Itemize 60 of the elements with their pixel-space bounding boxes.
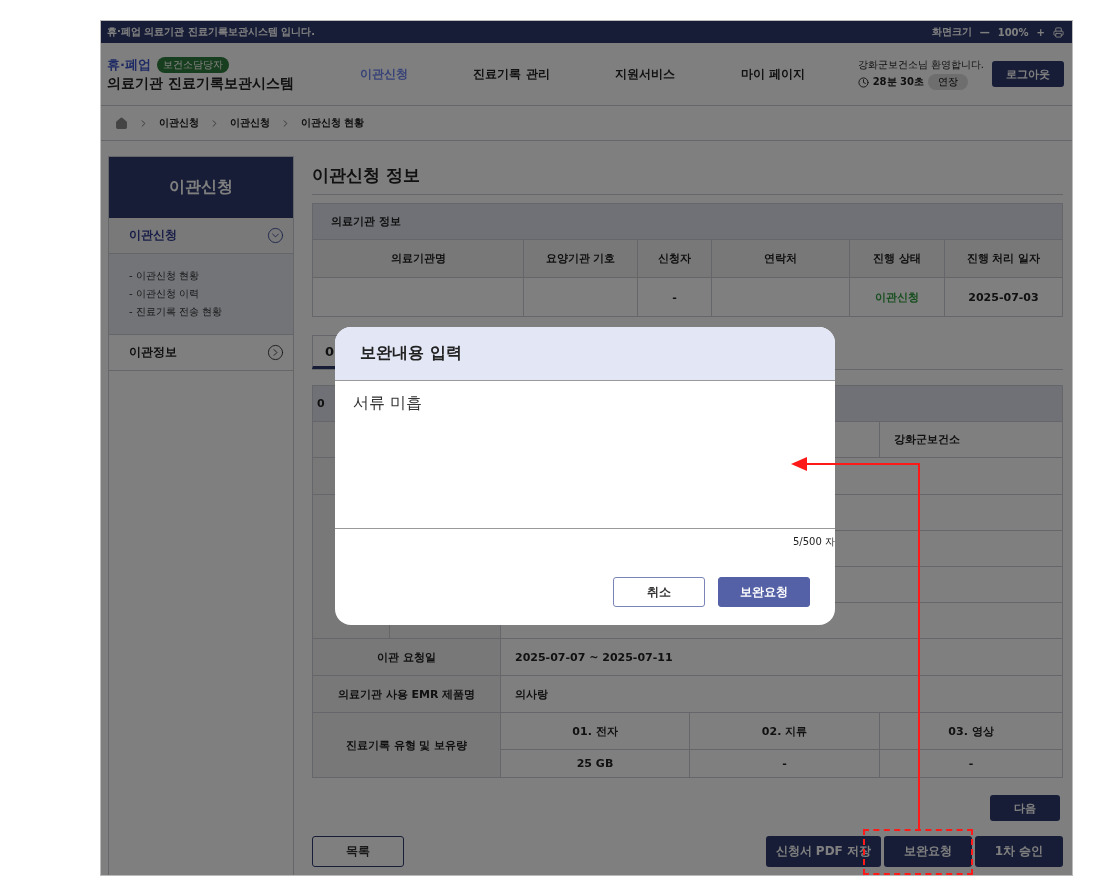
column-header: 진행 상태 — [850, 240, 945, 278]
role-badge: 보건소담당자 — [156, 56, 229, 73]
page-title: 이관신청 정보 — [312, 156, 1063, 195]
breadcrumb-item[interactable]: 이관신청 — [159, 116, 199, 130]
breadcrumb-item[interactable]: 이관신청 현황 — [301, 116, 365, 130]
zoom-out-button[interactable]: — — [979, 26, 990, 38]
nav-item[interactable]: 마이 페이지 — [740, 65, 805, 83]
notice-text: 휴·폐업 의료기관 진료기록보관시스템 입니다. — [107, 25, 316, 39]
status-text: 이관신청 — [850, 278, 945, 317]
character-counter: 5/500 자 — [793, 535, 835, 549]
clock-icon — [857, 76, 869, 88]
zoom-in-button[interactable]: + — [1036, 26, 1045, 38]
confirm-button[interactable]: 보완요청 — [718, 577, 810, 607]
submenu-item[interactable]: - 이관신청 이력 — [129, 287, 273, 301]
table-cell: 의사랑 — [501, 676, 1063, 713]
column-header: 연락처 — [712, 240, 850, 278]
nav-item[interactable]: 이관신청 — [359, 65, 408, 83]
extend-button[interactable]: 연장 — [927, 74, 968, 90]
home-icon[interactable] — [115, 116, 128, 130]
nav-item[interactable]: 지원서비스 — [615, 65, 676, 83]
column-header: 03. 영상 — [880, 713, 1063, 750]
sidebar-title: 이관신청 — [109, 157, 293, 218]
next-button[interactable]: 다음 — [990, 795, 1060, 821]
row-label: 이관 요청일 — [313, 639, 501, 676]
zoom-label: 화면크기 — [931, 25, 972, 39]
table-cell: 25 GB — [501, 750, 690, 778]
table-cell: 강화군보건소 — [880, 422, 1063, 458]
column-header: 신청자 — [638, 240, 712, 278]
submenu-item[interactable]: - 이관신청 현황 — [129, 269, 273, 283]
row-label: 진료기록 유형 및 보유량 — [313, 713, 501, 778]
sidebar-item[interactable]: 이관신청 — [109, 218, 293, 254]
table-cell: - — [638, 278, 712, 317]
action-button[interactable]: 보완요청 — [884, 836, 972, 867]
action-button[interactable]: 1차 승인 — [975, 836, 1063, 867]
modal-title: 보완내용 입력 — [335, 327, 835, 381]
nav-item[interactable]: 진료기록 관리 — [473, 65, 550, 83]
column-header: 진행 처리 일자 — [945, 240, 1063, 278]
chevron-right-icon — [267, 344, 284, 361]
system-name: 의료기관 진료기록보관시스템 — [107, 74, 295, 93]
print-icon[interactable] — [1053, 26, 1064, 38]
table-cell: - — [690, 750, 880, 778]
column-header: 02. 지류 — [690, 713, 880, 750]
cancel-button[interactable]: 취소 — [613, 577, 705, 607]
brand-tag: 휴·폐업 — [107, 55, 151, 74]
row-label: 의료기관 사용 EMR 제품명 — [313, 676, 501, 713]
zoom-value: 100% — [997, 26, 1029, 38]
section-header: 의료기관 정보 — [312, 203, 1063, 240]
column-header: 의료기관명 — [313, 240, 524, 278]
list-button[interactable]: 목록 — [312, 836, 404, 867]
column-header: 요양기관 기호 — [524, 240, 638, 278]
logout-button[interactable]: 로그아웃 — [992, 61, 1064, 87]
column-header: 01. 전자 — [501, 713, 690, 750]
table-cell: - — [880, 750, 1063, 778]
breadcrumb-item[interactable]: 이관신청 — [230, 116, 270, 130]
table-cell: 2025-07-03 — [945, 278, 1063, 317]
session-timer: 28분 30초 — [872, 75, 924, 89]
welcome-text: 강화군보건소님 환영합니다. — [857, 58, 984, 72]
chevron-down-icon — [267, 227, 284, 244]
table-cell: 2025-07-07 ~ 2025-07-11 — [501, 639, 1063, 676]
submenu-item[interactable]: - 진료기록 전송 현황 — [129, 305, 273, 319]
